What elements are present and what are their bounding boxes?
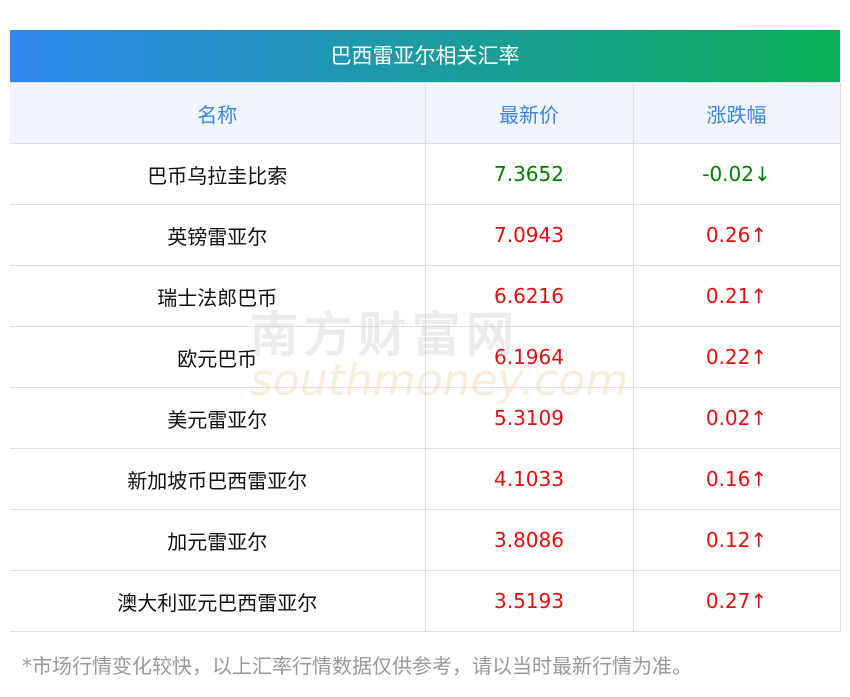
- change-percent: 0.02↑: [632, 387, 841, 449]
- table-row: 英镑雷亚尔 7.0943 0.26↑: [10, 204, 841, 266]
- table-row: 巴币乌拉圭比索 7.3652 -0.02↓: [10, 143, 841, 205]
- latest-price: 7.0943: [424, 204, 634, 266]
- change-percent: 0.21↑: [632, 265, 841, 327]
- currency-pair-name[interactable]: 英镑雷亚尔: [10, 204, 426, 266]
- change-percent: 0.27↑: [632, 570, 841, 632]
- table-title: 巴西雷亚尔相关汇率: [10, 30, 840, 82]
- currency-pair-name[interactable]: 瑞士法郎巴币: [10, 265, 426, 327]
- latest-price: 3.8086: [424, 509, 634, 571]
- latest-price: 6.1964: [424, 326, 634, 388]
- change-percent: 0.12↑: [632, 509, 841, 571]
- currency-pair-name[interactable]: 新加坡币巴西雷亚尔: [10, 448, 426, 510]
- latest-price: 7.3652: [424, 143, 634, 205]
- table-row: 美元雷亚尔 5.3109 0.02↑: [10, 387, 841, 449]
- header-price: 最新价: [424, 82, 634, 144]
- currency-pair-name[interactable]: 欧元巴币: [10, 326, 426, 388]
- rates-table-panel: 巴西雷亚尔相关汇率 名称 最新价 涨跌幅 巴币乌拉圭比索 7.3652 -0.0…: [10, 30, 841, 632]
- latest-price: 6.6216: [424, 265, 634, 327]
- currency-pair-name[interactable]: 美元雷亚尔: [10, 387, 426, 449]
- latest-price: 3.5193: [424, 570, 634, 632]
- table-row: 新加坡币巴西雷亚尔 4.1033 0.16↑: [10, 448, 841, 510]
- table-row: 瑞士法郎巴币 6.6216 0.21↑: [10, 265, 841, 327]
- header-row: 名称 最新价 涨跌幅: [10, 82, 841, 144]
- table-row: 澳大利亚元巴西雷亚尔 3.5193 0.27↑: [10, 570, 841, 632]
- change-percent: 0.26↑: [632, 204, 841, 266]
- header-change: 涨跌幅: [632, 82, 841, 144]
- disclaimer-note: *市场行情变化较快，以上汇率行情数据仅供参考，请以当时最新行情为准。: [22, 654, 692, 678]
- change-percent: -0.02↓: [632, 143, 841, 205]
- latest-price: 4.1033: [424, 448, 634, 510]
- table-row: 欧元巴币 6.1964 0.22↑: [10, 326, 841, 388]
- change-percent: 0.22↑: [632, 326, 841, 388]
- change-percent: 0.16↑: [632, 448, 841, 510]
- currency-pair-name[interactable]: 加元雷亚尔: [10, 509, 426, 571]
- currency-pair-name[interactable]: 澳大利亚元巴西雷亚尔: [10, 570, 426, 632]
- rates-table: 名称 最新价 涨跌幅 巴币乌拉圭比索 7.3652 -0.02↓ 英镑雷亚尔 7.…: [10, 82, 841, 632]
- currency-pair-name[interactable]: 巴币乌拉圭比索: [10, 143, 426, 205]
- header-name: 名称: [10, 82, 426, 144]
- table-row: 加元雷亚尔 3.8086 0.12↑: [10, 509, 841, 571]
- latest-price: 5.3109: [424, 387, 634, 449]
